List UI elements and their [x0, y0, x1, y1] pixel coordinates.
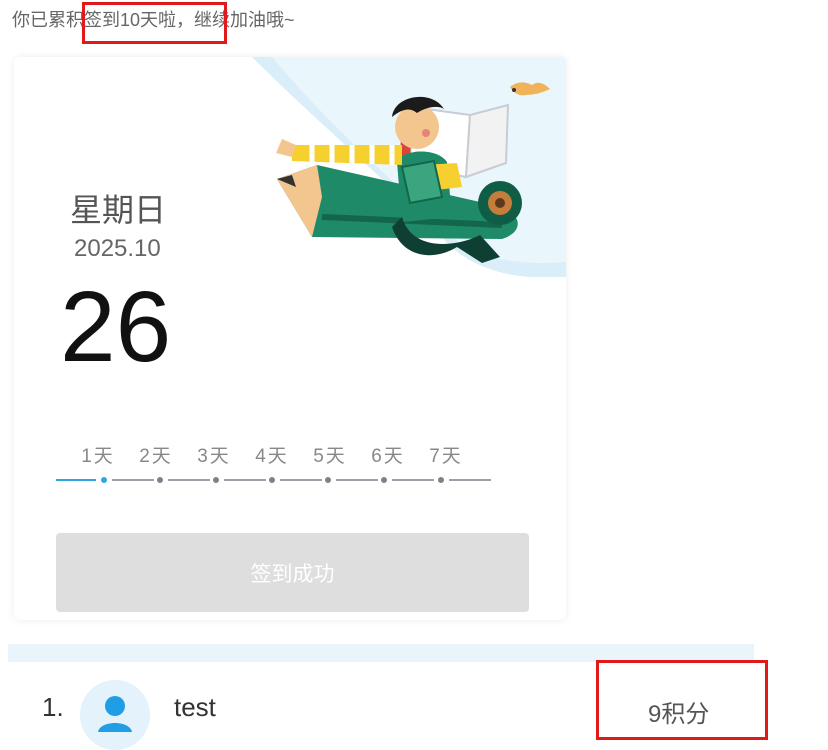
- progress-dot-1: [101, 477, 107, 483]
- day-label-1: 1天: [81, 446, 115, 467]
- ranking-number: 1.: [42, 692, 64, 722]
- progress-dot-5: [325, 477, 331, 483]
- day-label-2: 2天: [139, 446, 173, 467]
- progress-dot-7: [438, 477, 444, 483]
- checkin-card: 星期日 2025.10 26 1天 2天 3天 4天 5天 6天 7天 签到成功: [14, 57, 566, 620]
- progress-segment-4: [224, 479, 266, 481]
- progress-dot-4: [269, 477, 275, 483]
- user-avatar-icon: [80, 680, 150, 750]
- checkin-illustration: [252, 57, 566, 277]
- day-label-4: 4天: [255, 446, 289, 467]
- weekday-label: 星期日: [70, 192, 167, 228]
- progress-dot-2: [157, 477, 163, 483]
- signin-success-button[interactable]: 签到成功: [56, 533, 529, 612]
- progress-dot-3: [213, 477, 219, 483]
- progress-segment-7: [392, 479, 434, 481]
- checkin-progress: 1天 2天 3天 4天 5天 6天 7天: [56, 441, 516, 491]
- day-label-3: 3天: [197, 446, 231, 467]
- highlight-box-checkin-days: [82, 2, 227, 44]
- progress-segment-1: [56, 479, 96, 481]
- progress-segment-8: [449, 479, 491, 481]
- progress-dot-6: [381, 477, 387, 483]
- day-number: 26: [60, 271, 172, 383]
- highlight-box-points: [596, 660, 768, 740]
- ranking-username: test: [174, 692, 216, 722]
- day-label-6: 6天: [371, 446, 405, 467]
- progress-segment-5: [280, 479, 322, 481]
- progress-segment-2: [112, 479, 154, 481]
- progress-segment-3: [168, 479, 210, 481]
- day-label-5: 5天: [313, 446, 347, 467]
- progress-segment-6: [336, 479, 378, 481]
- day-label-7: 7天: [429, 446, 463, 467]
- year-month-label: 2025.10: [74, 235, 161, 262]
